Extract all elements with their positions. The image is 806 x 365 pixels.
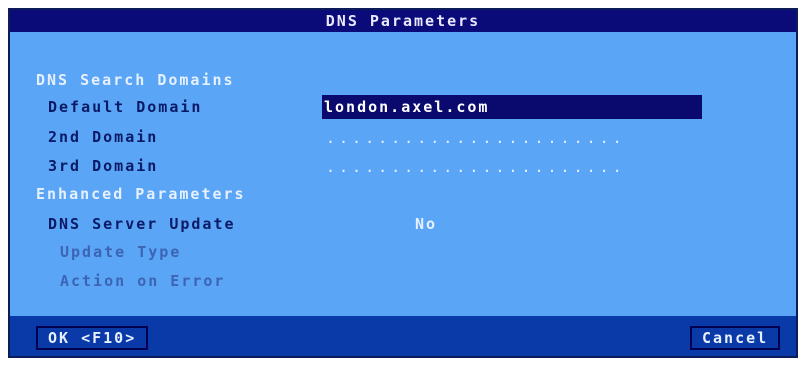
default-domain-label: Default Domain (48, 98, 203, 116)
third-domain-input[interactable]: ....................... (322, 155, 702, 179)
cancel-button[interactable]: Cancel (690, 326, 781, 350)
dialog-footer: OK <F10> Cancel (10, 316, 796, 356)
section-dns-search-domains: DNS Search Domains (36, 71, 235, 89)
third-domain-label: 3rd Domain (48, 157, 159, 175)
ok-button[interactable]: OK <F10> (36, 326, 149, 350)
dns-server-update-value[interactable]: No (415, 214, 437, 234)
update-type-label: Update Type (60, 243, 182, 261)
dns-parameters-dialog: DNS Parameters DNS Search Domains Defaul… (8, 8, 798, 358)
section-enhanced-parameters: Enhanced Parameters (36, 185, 246, 203)
action-on-error-label: Action on Error (60, 272, 226, 290)
dns-server-update-label: DNS Server Update (48, 215, 236, 233)
default-domain-input[interactable]: london.axel.com (322, 95, 702, 119)
second-domain-label: 2nd Domain (48, 128, 159, 146)
second-domain-input[interactable]: ....................... (322, 126, 702, 150)
dialog-title: DNS Parameters (10, 10, 796, 32)
